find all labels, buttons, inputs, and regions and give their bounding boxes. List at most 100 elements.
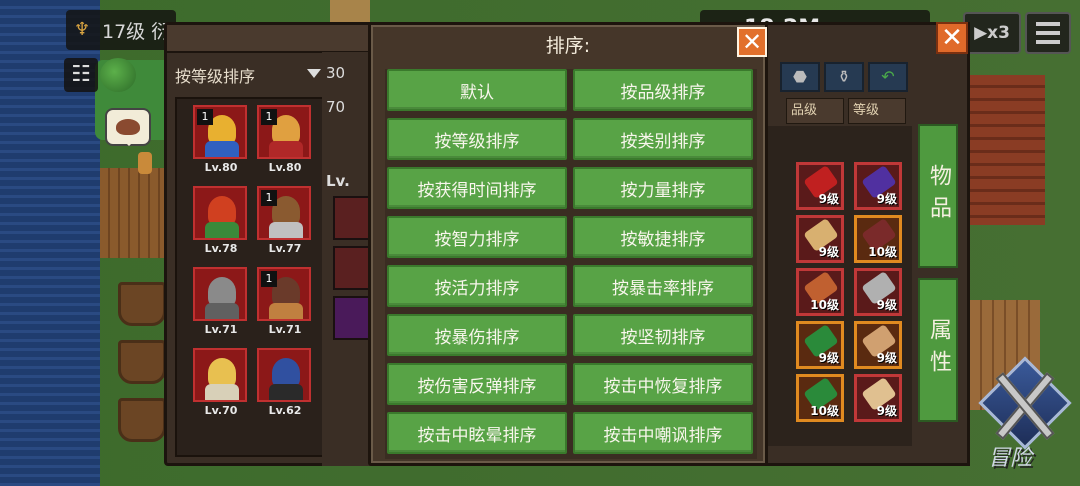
character-level: Lv.62 xyxy=(268,404,302,417)
ship xyxy=(118,340,166,384)
character-portrait xyxy=(193,186,247,240)
adventure-label: 冒险 xyxy=(988,446,1033,471)
resource-count-2: 70 xyxy=(326,98,346,116)
sort-option-button[interactable]: 默认 xyxy=(387,69,567,111)
panel-header xyxy=(167,25,371,53)
filter-bag-icon[interactable]: ⚱ xyxy=(824,62,864,92)
sort-options-list: 默认 按品级排序 按等级排序 按类别排序 按获得时间排序 按力量排序 按智力排序 按敏捷排序按… xyxy=(385,69,757,459)
character-body xyxy=(205,222,239,238)
character-body xyxy=(205,384,239,400)
sort-tag-level[interactable]: 等级 xyxy=(848,98,906,124)
ship xyxy=(118,282,166,326)
equipment-slot[interactable] xyxy=(333,296,373,340)
item-level: 9级 xyxy=(818,192,839,206)
sort-dialog: 排序: ✕ 默认 按品级排序 按等级排序 按类别排序 按获得时间排序 按力量排序 按智力排序… xyxy=(368,22,768,466)
tree xyxy=(100,58,136,92)
item-level: 10级 xyxy=(810,404,839,418)
character-level: Lv.77 xyxy=(268,242,302,255)
item-level: 9级 xyxy=(818,245,839,259)
character-portrait xyxy=(257,348,311,402)
character-card[interactable]: Lv.62 xyxy=(257,348,313,428)
character-card[interactable]: Lv.78 xyxy=(193,186,249,266)
character-body xyxy=(205,303,239,319)
tab-attributes[interactable]: 属性 xyxy=(918,278,958,422)
dirt-path xyxy=(330,0,370,22)
character-badge: 1 xyxy=(197,109,213,125)
player-level-badge[interactable]: ♆ 17级 衍 xyxy=(66,10,176,50)
character-body xyxy=(269,222,303,238)
sort-option-button[interactable]: 按伤害反弹排序 xyxy=(387,363,567,405)
equipment-slot[interactable] xyxy=(333,196,373,240)
character-sort-dropdown[interactable]: 按等级排序 xyxy=(175,63,325,89)
adventure-button[interactable]: 冒险 xyxy=(978,356,1072,471)
inventory-item[interactable]: 9级 xyxy=(854,374,902,422)
character-level: Lv.80 xyxy=(204,161,238,174)
menu-button[interactable] xyxy=(1025,12,1071,54)
character-level: Lv.80 xyxy=(268,161,302,174)
pot-icon xyxy=(116,119,140,135)
item-level: 9级 xyxy=(876,298,897,312)
item-level: 10级 xyxy=(810,298,839,312)
inventory-item[interactable]: 9级 xyxy=(796,215,844,263)
item-level: 9级 xyxy=(818,351,839,365)
character-portrait xyxy=(193,348,247,402)
sort-tag-quality[interactable]: 品级 xyxy=(786,98,844,124)
sort-option-button[interactable]: 按击中嘲讽排序 xyxy=(573,412,753,454)
sort-option-button[interactable]: 按品级排序 xyxy=(573,69,753,111)
equipment-slot[interactable] xyxy=(333,246,373,290)
sort-option-button[interactable]: 按击中眩晕排序 xyxy=(387,412,567,454)
character-portrait: 1 xyxy=(257,186,311,240)
character-level: Lv.78 xyxy=(204,242,238,255)
sort-dialog-close-button[interactable]: ✕ xyxy=(737,27,767,57)
sort-option-button[interactable]: 按智力排序 xyxy=(387,216,567,258)
undo-icon[interactable]: ↶ xyxy=(868,62,908,92)
inventory-item[interactable]: 9级 xyxy=(854,162,902,210)
character-card[interactable]: 1 Lv.80 xyxy=(257,105,313,185)
sort-option-button[interactable]: 按敏捷排序 xyxy=(573,216,753,258)
character-card[interactable]: 1 Lv.71 xyxy=(257,267,313,347)
sort-option-button[interactable]: 按活力排序 xyxy=(387,265,567,307)
character-level: Lv.70 xyxy=(204,404,238,417)
npc-speech-bubble[interactable] xyxy=(105,108,151,146)
inventory-item[interactable]: 9级 xyxy=(796,162,844,210)
sort-option-button[interactable]: 按类别排序 xyxy=(573,118,753,160)
character-card[interactable]: Lv.71 xyxy=(193,267,249,347)
character-badge: 1 xyxy=(261,190,277,206)
sort-option-button[interactable]: 按暴击率排序 xyxy=(573,265,753,307)
villager[interactable] xyxy=(138,152,152,174)
item-level: 9级 xyxy=(876,404,897,418)
ship xyxy=(118,398,166,442)
sort-option-button[interactable]: 按获得时间排序 xyxy=(387,167,567,209)
character-body xyxy=(269,141,303,157)
inventory-item[interactable]: 9级 xyxy=(854,321,902,369)
inventory-item[interactable]: 9级 xyxy=(854,268,902,316)
character-card[interactable]: 1 Lv.80 xyxy=(193,105,249,185)
inventory-item[interactable]: 10级 xyxy=(854,215,902,263)
character-level: Lv.71 xyxy=(268,323,302,336)
character-card[interactable]: Lv.70 xyxy=(193,348,249,428)
inventory-grid[interactable]: 9级 9级 9级 10级 10级 9级 9级 9级 10级 9级 xyxy=(768,126,912,446)
sort-option-button[interactable]: 按击中恢复排序 xyxy=(573,363,753,405)
inventory-item[interactable]: 9级 xyxy=(796,321,844,369)
character-body xyxy=(269,303,303,319)
character-portrait: 1 xyxy=(257,267,311,321)
clipboard-button[interactable]: ☷ xyxy=(64,58,98,92)
inventory-item[interactable]: 10级 xyxy=(796,268,844,316)
inventory-close-button[interactable]: ✕ xyxy=(936,22,968,54)
clipboard-icon: ☷ xyxy=(71,62,91,87)
sort-option-button[interactable]: 按力量排序 xyxy=(573,167,753,209)
sort-option-button[interactable]: 按坚韧排序 xyxy=(573,314,753,356)
menu-icon-line xyxy=(1036,40,1060,44)
tab-items[interactable]: 物品 xyxy=(918,124,958,268)
character-body xyxy=(269,384,303,400)
filter-ore-icon[interactable]: ⬣ xyxy=(780,62,820,92)
equipment-level-label: Lv. xyxy=(326,172,350,190)
inventory-item[interactable]: 10级 xyxy=(796,374,844,422)
character-card[interactable]: 1 Lv.77 xyxy=(257,186,313,266)
menu-icon-line xyxy=(1036,31,1060,35)
speed-toggle-button[interactable]: ▶x3 xyxy=(963,12,1021,54)
tab-attributes-label: 属性 xyxy=(926,318,951,382)
character-portrait xyxy=(193,267,247,321)
sort-option-button[interactable]: 按等级排序 xyxy=(387,118,567,160)
sort-option-button[interactable]: 按暴伤排序 xyxy=(387,314,567,356)
